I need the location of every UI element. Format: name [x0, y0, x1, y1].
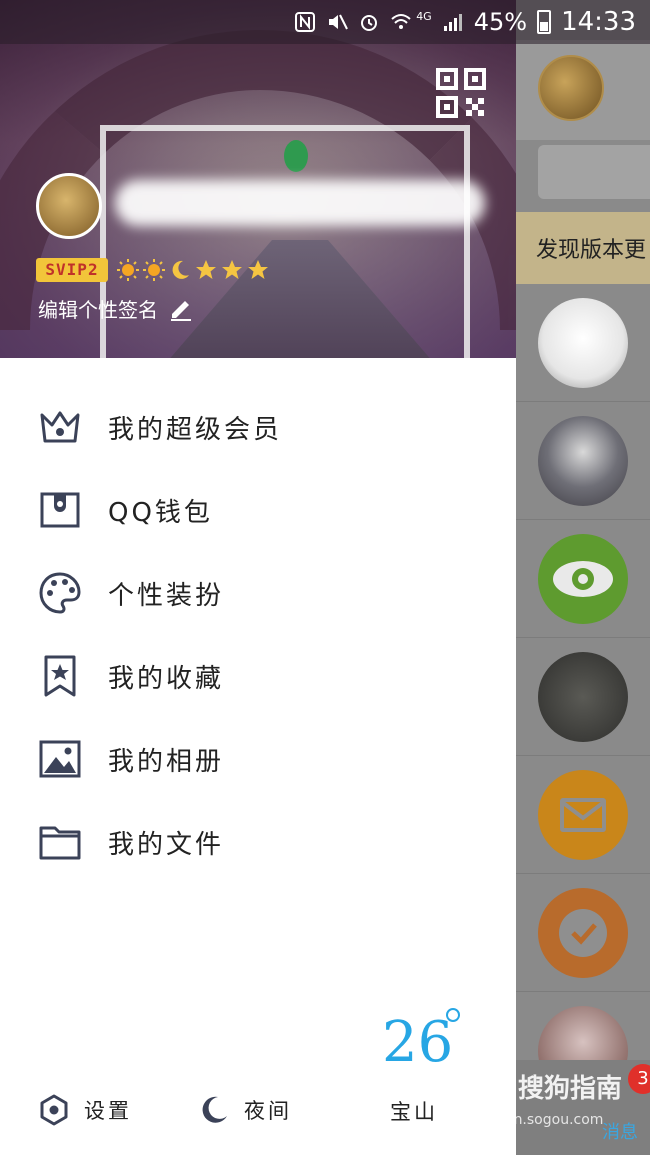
conversation-row[interactable]: [516, 520, 650, 638]
conversation-panel-dimmed[interactable]: 发现版本更 3 消息: [516, 0, 650, 1155]
update-banner[interactable]: 发现版本更: [516, 212, 650, 284]
chat-avatar: [538, 298, 628, 388]
menu-item-label: 我的文件: [108, 829, 225, 860]
weather-city: 宝山: [390, 1100, 438, 1124]
battery-icon: [537, 10, 552, 34]
menu-item-files[interactable]: 我的文件: [0, 801, 516, 883]
nickname-blurred: [115, 180, 485, 226]
degree-icon: [446, 1008, 460, 1022]
sogou-watermark: 搜狗指南 zhinan.sogou.com: [470, 1060, 650, 1130]
update-banner-text: 发现版本更: [536, 238, 647, 263]
edit-signature[interactable]: 编辑个性签名: [38, 294, 194, 322]
chat-avatar: [538, 652, 628, 742]
watermark-text: 搜狗指南: [518, 1074, 623, 1104]
status-bar: 4G 45% 14:33: [0, 0, 650, 44]
menu-item-album[interactable]: 我的相册: [0, 718, 516, 800]
conversation-row[interactable]: [516, 638, 650, 756]
pencil-icon: [171, 301, 191, 321]
profile-header: SVIP2 编辑个性签名: [0, 0, 516, 358]
conversation-search-bar[interactable]: [538, 145, 650, 199]
sun-icon: [117, 259, 139, 281]
menu-item-qq-wallet[interactable]: QQ钱包: [0, 469, 516, 551]
wifi-icon: [391, 14, 411, 29]
star-icon: [196, 260, 216, 279]
svip-badge[interactable]: SVIP2: [36, 258, 108, 282]
signal-icon: [443, 14, 462, 31]
balloon-decoration: [284, 140, 308, 172]
my-avatar-small[interactable]: [538, 55, 604, 121]
menu-item-personalize[interactable]: 个性装扮: [0, 552, 516, 634]
menu-item-label: QQ钱包: [108, 497, 213, 528]
night-label: 夜间: [244, 1099, 292, 1123]
clock: 14:33: [561, 7, 636, 37]
menu-item-favorites[interactable]: 我的收藏: [0, 635, 516, 717]
moon-icon: [202, 1096, 227, 1123]
conversation-row[interactable]: [516, 756, 650, 874]
night-mode-button[interactable]: 夜间: [198, 1090, 292, 1130]
eye-app-icon: [538, 534, 628, 624]
conversation-row[interactable]: [516, 284, 650, 402]
battery-percent: 45%: [473, 8, 528, 36]
bookmark-star-icon: [44, 655, 76, 697]
settings-button[interactable]: 设置: [38, 1090, 132, 1130]
star-icon: [248, 260, 268, 279]
qr-code-icon[interactable]: [436, 68, 486, 118]
menu-item-super-vip[interactable]: 我的超级会员: [0, 386, 516, 468]
crown-icon: [40, 411, 80, 443]
palette-icon: [39, 572, 81, 614]
menu-item-label: 我的相册: [108, 746, 225, 777]
star-icon: [222, 260, 242, 279]
sun-icon: [143, 259, 165, 281]
conversation-row[interactable]: [516, 402, 650, 520]
network-type: 4G: [416, 9, 432, 23]
nfc-icon: [295, 12, 316, 32]
signature-label: 编辑个性签名: [38, 297, 158, 322]
conversation-row[interactable]: [516, 874, 650, 992]
moon-icon: [172, 260, 189, 279]
alarm-icon: [361, 15, 378, 31]
verified-app-icon: [538, 888, 628, 978]
mute-icon: [329, 14, 349, 30]
watermark-url: zhinan.sogou.com: [476, 1112, 604, 1128]
menu-item-label: 个性装扮: [108, 580, 225, 611]
qq-level-icons[interactable]: [116, 256, 270, 284]
chat-avatar: [538, 416, 628, 506]
sogou-logo-icon: [474, 1066, 512, 1104]
wallet-icon: [40, 492, 80, 528]
menu-item-label: 我的超级会员: [108, 414, 283, 445]
folder-icon: [39, 826, 81, 860]
mail-app-icon: [538, 770, 628, 860]
profile-avatar[interactable]: [36, 173, 102, 239]
settings-label: 设置: [84, 1099, 132, 1123]
menu-item-label: 我的收藏: [108, 663, 225, 694]
photo-icon: [39, 740, 81, 778]
weather-temperature: 26: [382, 1010, 454, 1075]
gear-icon: [40, 1094, 68, 1126]
